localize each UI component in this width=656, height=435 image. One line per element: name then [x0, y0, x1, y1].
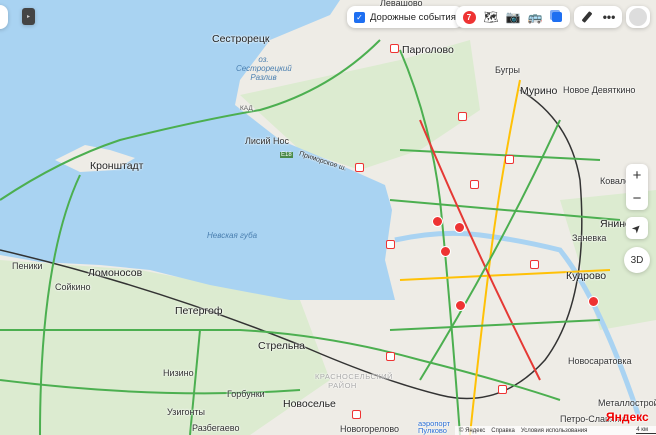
map-layers-toolbar: 7 🗺 📷 🚌 [456, 6, 570, 28]
traffic-events-toggle[interactable]: ✓ Дорожные события [347, 6, 463, 28]
place-label: Низино [163, 368, 194, 378]
place-label: Новое Девяткино [563, 85, 636, 95]
incident-icon[interactable] [352, 410, 361, 419]
place-label: Новогорелово [340, 424, 400, 434]
panorama-icon: 🗺 [483, 10, 499, 24]
camera-icon: 📷 [505, 10, 521, 24]
place-label: Новосаратовка [568, 356, 632, 366]
traffic-jam-marker[interactable] [588, 296, 599, 307]
3d-button[interactable]: 3D [624, 247, 650, 273]
scale-bar: 4 км [636, 427, 656, 434]
my-location-button[interactable]: ➤ [626, 217, 648, 239]
map-canvas[interactable] [0, 0, 656, 435]
zoom-in-button[interactable]: + [633, 164, 642, 187]
layers-icon [552, 12, 562, 22]
place-label: Узигонты [167, 407, 206, 417]
traffic-score-button[interactable]: 7 [458, 6, 480, 28]
traffic-events-label: Дорожные события [370, 11, 456, 23]
place-label: Ломоносов [88, 267, 143, 279]
transit-icon: 🚌 [527, 10, 543, 24]
more-button[interactable]: ••• [598, 6, 620, 28]
incident-icon[interactable] [355, 163, 364, 172]
yandex-logo: Яндекс [606, 410, 649, 424]
place-label: Новоселье [283, 398, 336, 410]
incident-icon[interactable] [530, 260, 539, 269]
transit-button[interactable]: 🚌 [524, 6, 546, 28]
traffic-score-icon: 7 [462, 10, 476, 24]
place-label: Бугры [495, 65, 520, 75]
copyright: © Яндекс [459, 427, 486, 434]
location-arrow-icon: ➤ [629, 220, 645, 236]
zoom-controls: + − [626, 164, 648, 210]
incident-icon[interactable] [498, 385, 507, 394]
place-label: Сестрорецк [212, 33, 270, 45]
place-label: Стрельна [258, 340, 305, 352]
traffic-jam-marker[interactable] [440, 246, 451, 257]
place-label: Разбегаево [192, 423, 240, 433]
place-label: Металлострой [598, 398, 656, 408]
terms-link[interactable]: Условия использования [521, 428, 588, 434]
panorama-button[interactable]: 🗺 [480, 6, 502, 28]
district-label: КРАСНОСЕЛЬСКИЙ РАЙОН [315, 372, 394, 390]
incident-icon[interactable] [470, 180, 479, 189]
photos-button[interactable]: 📷 [502, 6, 524, 28]
place-label: Кронштадт [90, 160, 144, 172]
place-label: Лисий Нос [245, 136, 289, 146]
place-label: Кудрово [566, 270, 607, 282]
road-label: КАД [240, 105, 253, 112]
traffic-jam-marker[interactable] [432, 216, 443, 227]
incident-icon[interactable] [386, 352, 395, 361]
place-label: Парголово [402, 44, 454, 56]
place-label: Сойкино [55, 282, 91, 292]
place-label: Горбунки [227, 389, 265, 399]
sidebar-toggle-button[interactable]: ▸ [22, 8, 35, 25]
place-label: Заневка [572, 233, 607, 243]
incident-icon[interactable] [390, 44, 399, 53]
incident-icon[interactable] [505, 155, 514, 164]
more-icon: ••• [602, 10, 616, 24]
lake-label: оз. Сестрорецкий Разлив [236, 55, 292, 82]
traffic-jam-marker[interactable] [455, 300, 466, 311]
avatar-icon [629, 8, 647, 26]
sidebar-toggle-icon: ▸ [26, 14, 30, 20]
incident-icon[interactable] [458, 112, 467, 121]
checkbox-checked[interactable]: ✓ [354, 11, 365, 23]
incident-icon[interactable] [386, 240, 395, 249]
place-label: Петергоф [175, 305, 223, 317]
place-label: Пеники [12, 261, 43, 271]
ruler-button[interactable] [576, 6, 598, 28]
road-badge: E18 [280, 152, 293, 158]
help-link[interactable]: Справка [491, 428, 515, 434]
zoom-out-button[interactable]: − [633, 187, 642, 210]
ruler-icon [581, 11, 593, 23]
user-button[interactable] [626, 6, 650, 28]
layers-button[interactable] [546, 6, 568, 28]
tools-toolbar: ••• [574, 6, 622, 28]
traffic-jam-marker[interactable] [454, 222, 465, 233]
water-label: Невская губа [207, 231, 258, 240]
place-label: Мурино [520, 85, 558, 97]
footer: © Яндекс Справка Условия использования 4… [455, 426, 656, 435]
